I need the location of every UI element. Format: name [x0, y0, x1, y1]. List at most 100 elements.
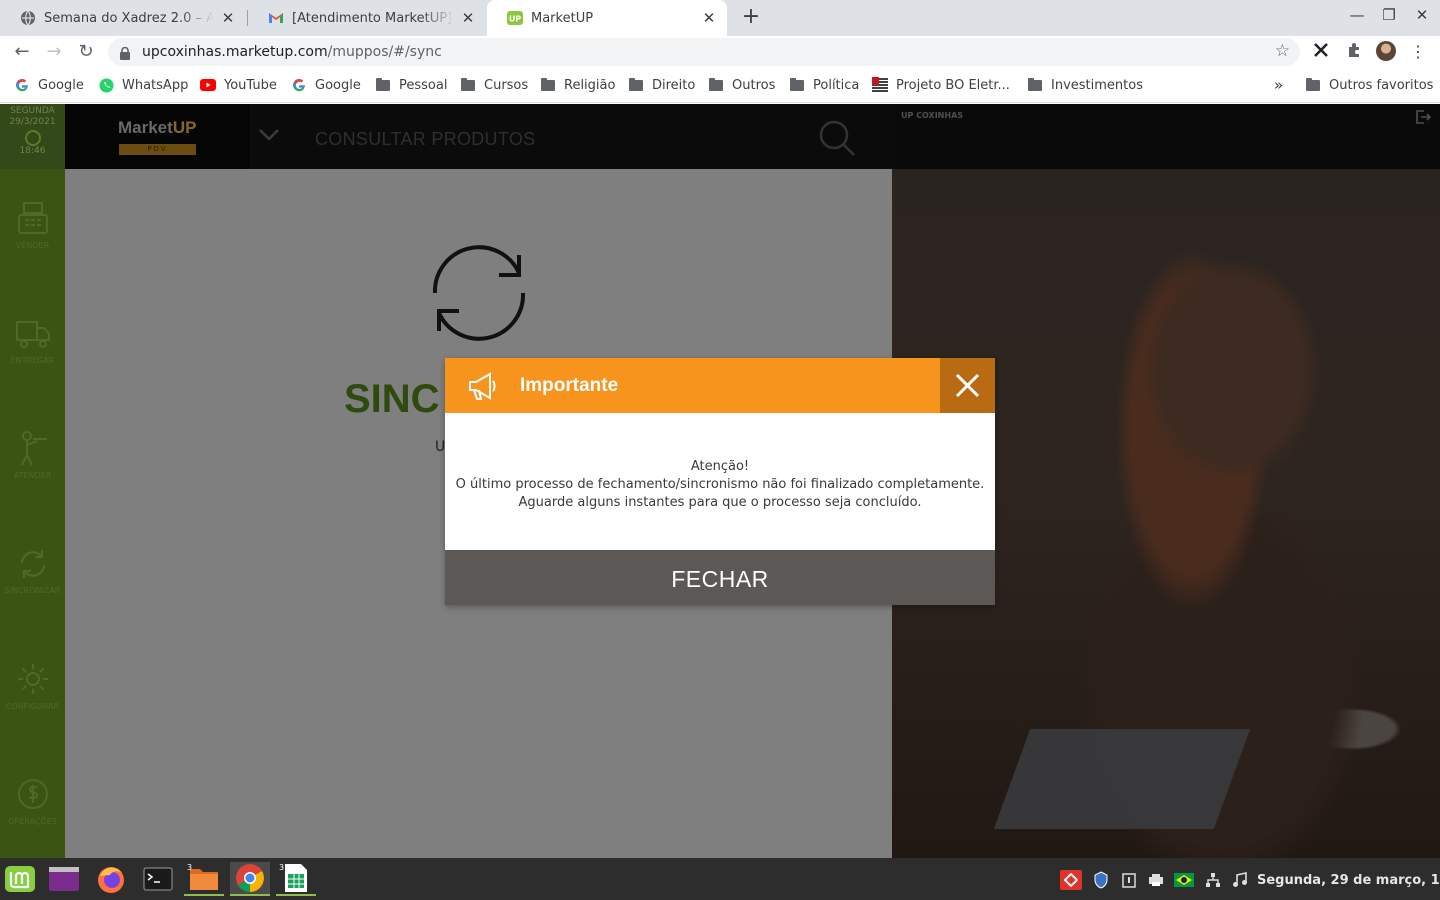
bookmark-folder-direito[interactable]: Direito: [628, 76, 695, 94]
mint-menu-icon[interactable]: [0, 862, 40, 896]
menu-dots-icon[interactable]: ⋮: [1408, 42, 1428, 62]
bookmark-google-2[interactable]: Google: [291, 76, 361, 94]
tab-close-icon[interactable]: ✕: [460, 9, 476, 27]
chrome-icon[interactable]: [230, 862, 270, 896]
new-tab-button[interactable]: +: [737, 4, 765, 32]
reload-icon[interactable]: ↻: [74, 40, 98, 64]
music-tray-icon[interactable]: [1230, 870, 1250, 890]
nav-label: CONFIGURAR: [5, 702, 60, 711]
tab-xadrez[interactable]: Semana do Xadrez 2.0 – Aulas ✕: [0, 0, 246, 36]
firefox-icon[interactable]: [91, 862, 131, 896]
nav-vender[interactable]: VENDER: [0, 199, 65, 250]
files-icon[interactable]: 3: [184, 862, 224, 896]
search-icon[interactable]: [817, 118, 857, 162]
desktop-icon[interactable]: [44, 862, 84, 896]
nav-label: OPERAÇÕES: [8, 817, 57, 826]
logo-market: Market: [118, 118, 173, 137]
back-icon[interactable]: ←: [10, 40, 34, 64]
close-window-icon[interactable]: ✕: [1410, 6, 1434, 24]
anydesk-tray-icon[interactable]: [1060, 870, 1082, 890]
logo-subtitle: PDV: [119, 144, 196, 155]
extension-scissors-icon[interactable]: [1311, 42, 1331, 62]
nav-label: ENTREGAR: [10, 356, 55, 365]
more-bookmarks-button[interactable]: »: [1274, 76, 1283, 94]
bookmark-folder-religiao[interactable]: Religião: [540, 76, 615, 94]
dialog-header: Importante: [445, 358, 995, 413]
folder-icon: [540, 77, 556, 93]
files-window-count: 3: [187, 863, 193, 872]
extensions-puzzle-icon[interactable]: [1344, 42, 1364, 62]
logout-icon[interactable]: [1415, 109, 1432, 129]
profile-avatar[interactable]: [1376, 41, 1396, 61]
nav-label: SINCRONIZAR: [4, 586, 61, 595]
spreadsheet-icon[interactable]: 3: [276, 862, 316, 896]
cash-register-icon: [17, 202, 48, 234]
address-bar[interactable]: upcoxinhas.marketup.com/muppos/#/sync ☆: [108, 38, 1300, 66]
forward-icon[interactable]: →: [42, 40, 66, 64]
bookmark-projeto-bo[interactable]: Projeto BO Eletr...: [872, 76, 1010, 94]
megaphone-icon: [467, 370, 499, 406]
fechar-button[interactable]: FECHAR: [445, 550, 995, 605]
taskbar-clock[interactable]: Segunda, 29 de março, 18:46: [1257, 873, 1440, 888]
close-icon: [955, 373, 980, 398]
other-bookmarks-folder[interactable]: Outros favoritos: [1305, 76, 1433, 94]
bookmark-folder-investimentos[interactable]: Investimentos: [1027, 76, 1143, 94]
bookmark-label: Política: [813, 77, 860, 93]
tab-close-icon[interactable]: ✕: [220, 9, 236, 27]
dialog-line-attention: Atenção!: [690, 459, 750, 474]
clipboard-tray-icon[interactable]: [1119, 870, 1139, 890]
svg-text:UP: UP: [509, 15, 521, 24]
striped-flag-icon: [872, 77, 888, 93]
folder-icon: [460, 77, 476, 93]
nav-operacoes[interactable]: OPERAÇÕES: [0, 775, 65, 826]
bookmark-folder-politica[interactable]: Política: [789, 76, 859, 94]
product-search-input[interactable]: CONSULTAR PRODUTOS: [315, 129, 535, 150]
dialog-close-button[interactable]: [940, 358, 995, 413]
tab-gmail[interactable]: [Atendimento MarketUP] Re: p ✕: [248, 0, 486, 36]
bookmark-folder-cursos[interactable]: Cursos: [460, 76, 528, 94]
tab-title: Semana do Xadrez 2.0 – Aulas: [44, 10, 214, 26]
minimize-icon[interactable]: —: [1345, 6, 1369, 24]
clock-icon: [24, 130, 41, 146]
bookmark-whatsapp[interactable]: WhatsApp: [98, 76, 188, 94]
bookmark-folder-pessoal[interactable]: Pessoal: [375, 76, 447, 94]
sync-icon: [20, 550, 45, 578]
shield-tray-icon[interactable]: [1091, 870, 1111, 890]
gmail-icon: [268, 10, 284, 26]
restore-icon[interactable]: ❐: [1377, 6, 1401, 24]
url-text: upcoxinhas.marketup.com/muppos/#/sync: [142, 44, 442, 60]
folder-icon: [375, 77, 391, 93]
nav-sincronizar[interactable]: SINCRONIZAR: [0, 546, 65, 595]
bookmark-label: Google: [38, 77, 84, 93]
tab-marketup[interactable]: UP MarketUP ✕: [487, 0, 727, 36]
network-tray-icon[interactable]: [1203, 870, 1223, 890]
bookmark-google[interactable]: Google: [14, 76, 84, 94]
terminal-icon[interactable]: [138, 862, 178, 896]
nav-configurar[interactable]: CONFIGURAR: [0, 660, 65, 711]
sync-subtitle: U: [435, 439, 446, 455]
bookmarks-bar: Google WhatsApp YouTube Google Pessoal C…: [0, 68, 1440, 103]
globe-icon: [20, 10, 36, 26]
right-panel-header: UP COXINHAS: [892, 104, 1440, 169]
bookmark-label: Google: [315, 77, 361, 93]
marketup-logo: MarketUP PDV: [65, 104, 250, 169]
lock-icon: [120, 45, 130, 64]
bookmark-youtube[interactable]: YouTube: [200, 76, 277, 94]
nav-entregar[interactable]: ENTREGAR: [0, 316, 65, 365]
printer-tray-icon[interactable]: [1146, 870, 1166, 890]
bookmark-label: YouTube: [224, 77, 277, 93]
company-name: UP COXINHAS: [901, 111, 964, 120]
dollar-circle-icon: [17, 779, 48, 809]
waiter-icon: [20, 431, 47, 466]
tab-close-icon[interactable]: ✕: [701, 9, 717, 27]
google-icon: [291, 77, 307, 93]
bookmark-folder-outros[interactable]: Outros: [708, 76, 775, 94]
weekday-text: SEGUNDA: [10, 106, 55, 116]
chevron-down-icon[interactable]: [258, 126, 280, 147]
date-box: SEGUNDA 29/3/2021 18:46: [0, 104, 65, 169]
brazil-flag-icon[interactable]: [1174, 870, 1194, 890]
app-sidebar: SEGUNDA 29/3/2021 18:46 VENDER ENTREGAR …: [0, 104, 65, 858]
nav-atender[interactable]: ATENDER: [0, 429, 65, 480]
bookmark-star-icon[interactable]: ☆: [1275, 41, 1290, 61]
os-taskbar: 3 3 Segunda, 29 de março, 18:46: [0, 858, 1440, 900]
